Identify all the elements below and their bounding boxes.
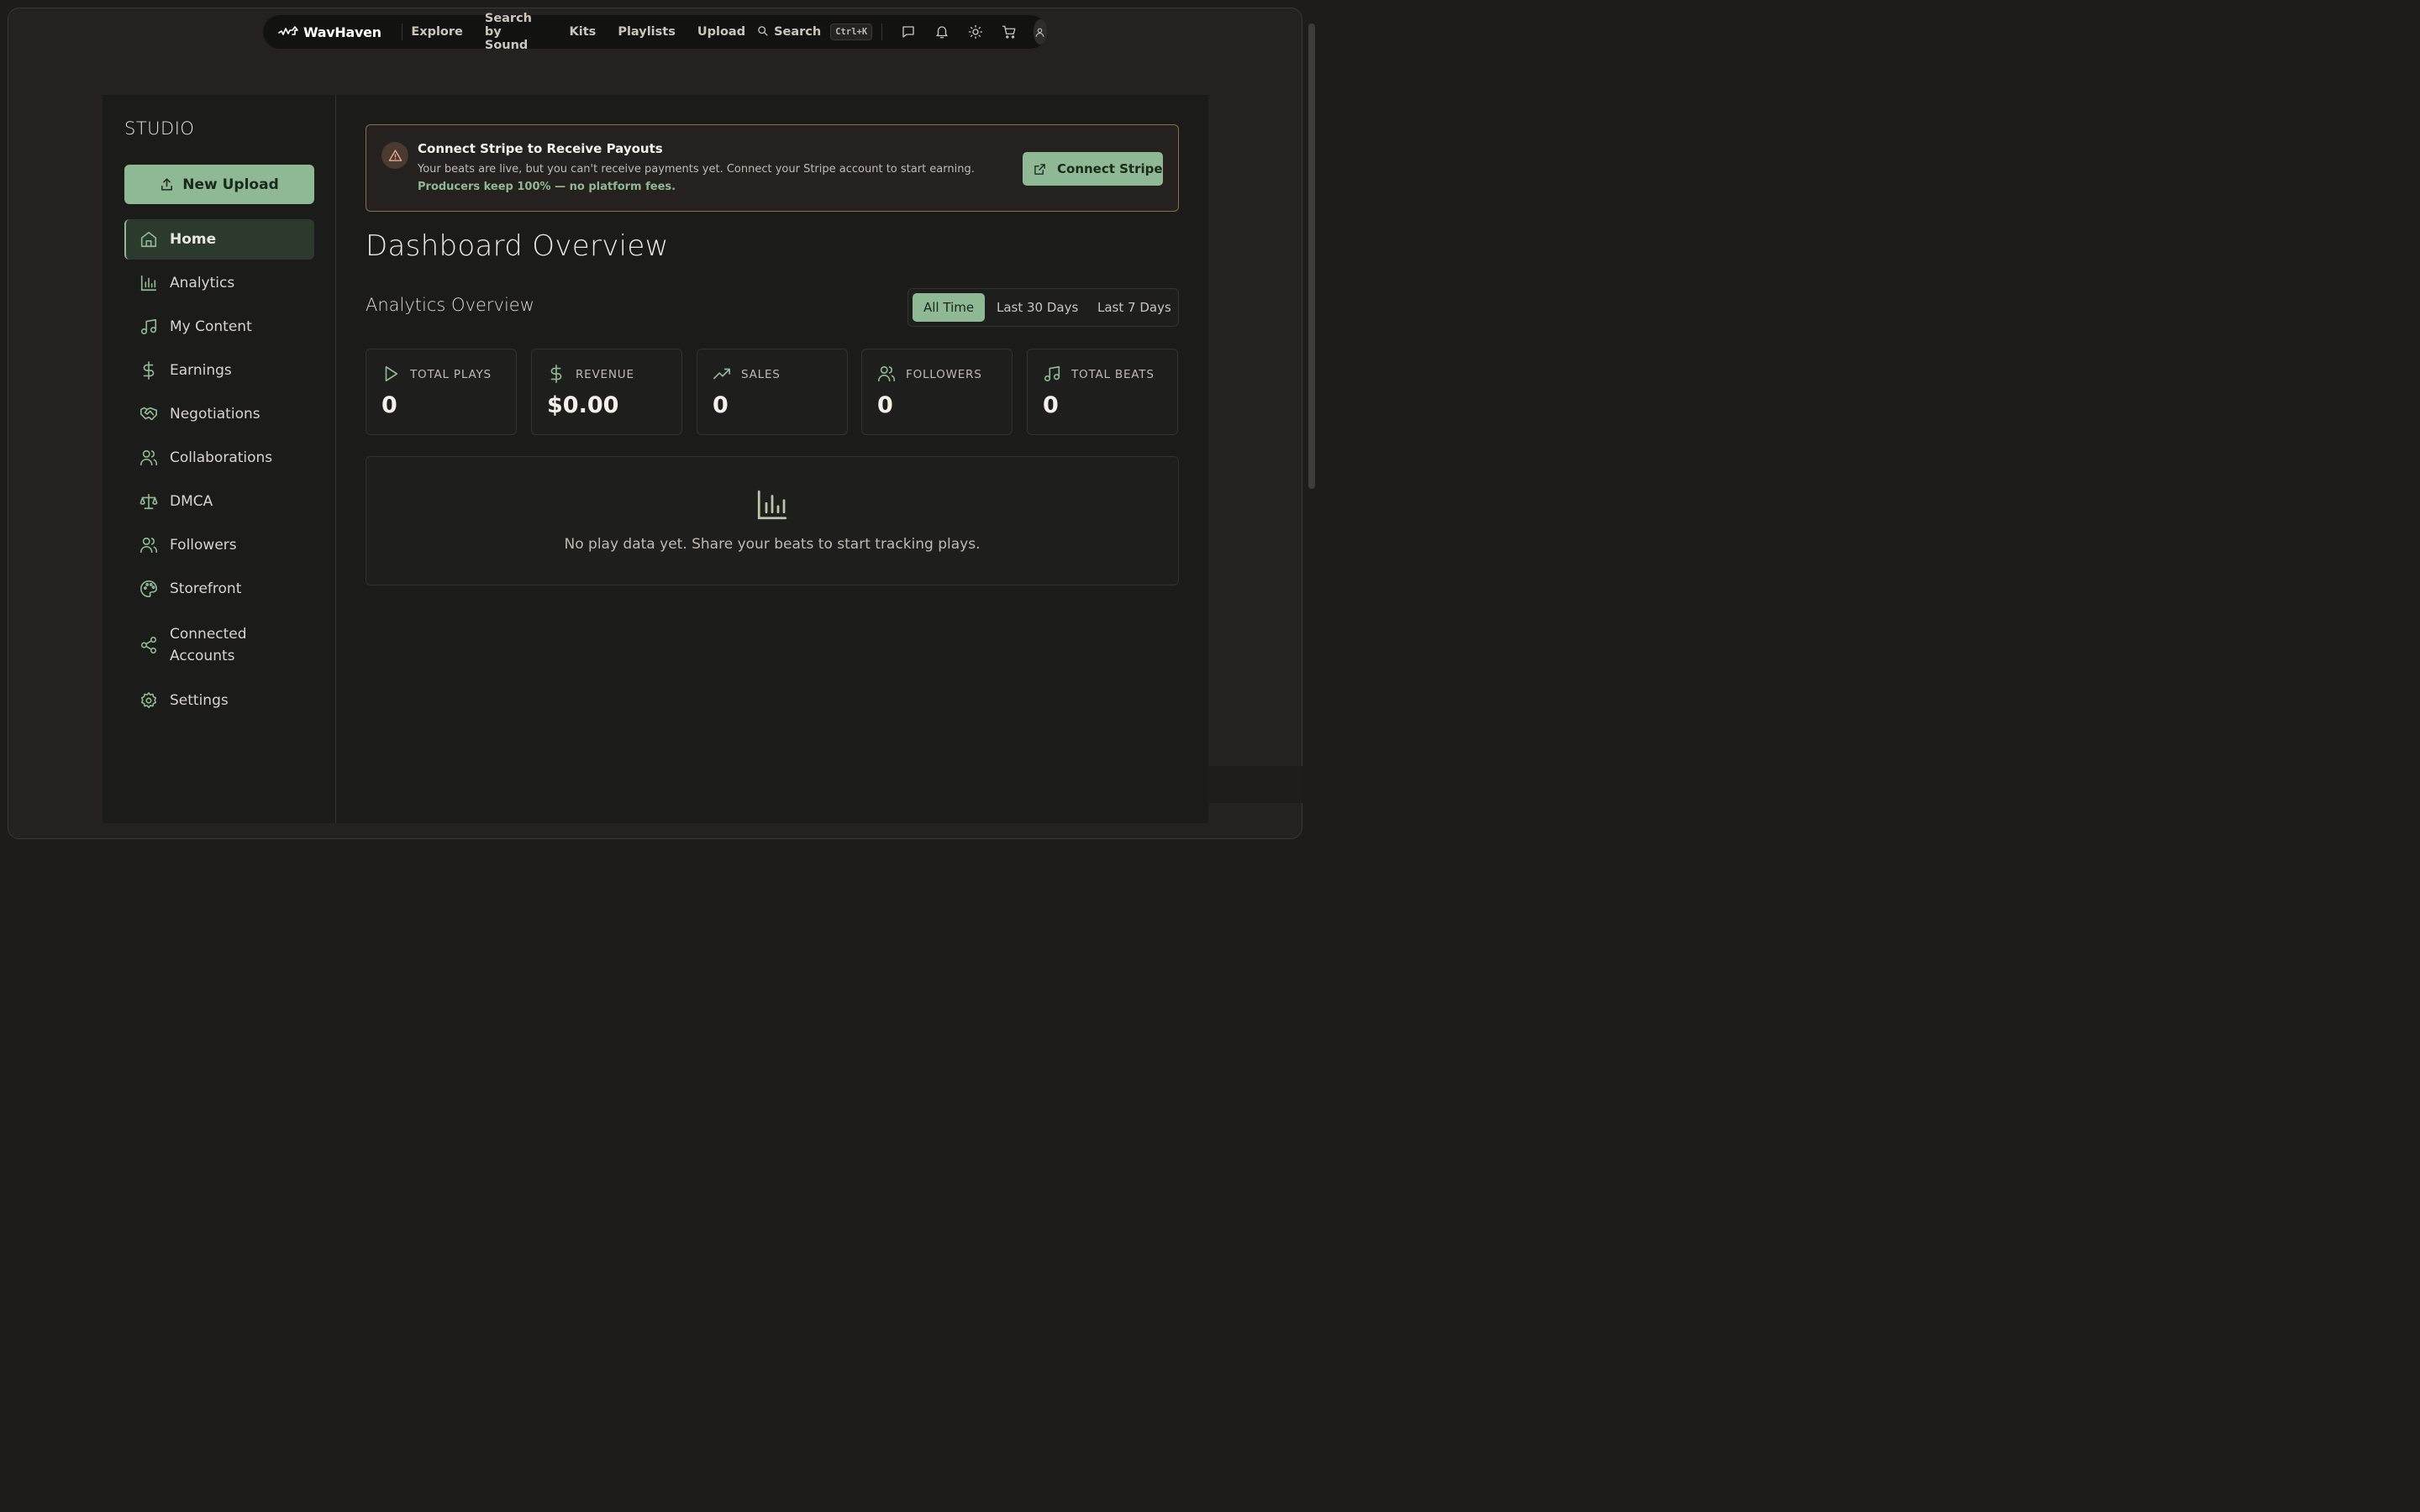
nav-divider (881, 24, 882, 40)
studio-sidebar: STUDIO New Upload Home Analytics My Cont… (103, 95, 336, 823)
stat-card-revenue: REVENUE $0.00 (531, 349, 682, 435)
sidebar-item-home[interactable]: Home (124, 219, 314, 260)
user-icon (1035, 28, 1044, 37)
users-icon (139, 536, 158, 554)
sun-icon[interactable] (968, 24, 983, 39)
stat-label: REVENUE (576, 368, 634, 381)
nav-link-upload[interactable]: Upload (697, 25, 745, 39)
home-icon (139, 230, 158, 249)
empty-state-message: No play data yet. Share your beats to st… (564, 536, 981, 553)
external-link-icon (1034, 163, 1045, 175)
range-all-time[interactable]: All Time (913, 293, 986, 322)
sidebar-item-storefront[interactable]: Storefront (124, 569, 314, 609)
stat-value: 0 (713, 392, 729, 418)
upload-icon (161, 178, 173, 191)
waveform-logo-icon (278, 24, 298, 40)
sidebar-item-negotiations[interactable]: Negotiations (124, 394, 314, 434)
new-upload-label: New Upload (182, 176, 279, 193)
trending-up-icon (713, 365, 731, 383)
nav-link-playlists[interactable]: Playlists (618, 25, 676, 39)
search-shortcut: Ctrl+K (830, 24, 873, 40)
sidebar-item-followers[interactable]: Followers (124, 525, 314, 565)
bar-chart-icon (755, 487, 790, 522)
sidebar-item-label: Followers (170, 537, 237, 554)
nav-link-search-by-sound[interactable]: Search by Sound (485, 12, 548, 52)
logo[interactable]: WavHaven (278, 24, 381, 40)
nav-search[interactable]: Search Ctrl+K (757, 24, 873, 40)
bar-chart-icon (139, 274, 158, 292)
nav-link-kits[interactable]: Kits (570, 25, 597, 39)
analytics-title: Analytics Overview (366, 295, 534, 315)
cart-icon[interactable] (1002, 24, 1017, 39)
sidebar-item-label: DMCA (170, 493, 213, 510)
warning-icon (381, 142, 408, 169)
stat-card-total-beats: TOTAL BEATS 0 (1027, 349, 1178, 435)
stat-card-total-plays: TOTAL PLAYS 0 (366, 349, 517, 435)
banner-highlight: Producers keep 100% — no platform fees. (418, 181, 676, 193)
banner-text: Your beats are live, but you can't recei… (418, 160, 1006, 196)
banner-title: Connect Stripe to Receive Payouts (418, 141, 663, 156)
search-label: Search (774, 25, 822, 39)
range-last-30-days[interactable]: Last 30 Days (997, 293, 1078, 322)
logo-text: WavHaven (303, 24, 381, 40)
scale-icon (139, 492, 158, 511)
sidebar-item-label: Home (170, 231, 217, 248)
bell-icon[interactable] (934, 24, 950, 39)
play-icon (381, 365, 400, 383)
sidebar-item-label: Earnings (170, 362, 232, 379)
sidebar-item-label: Storefront (170, 580, 242, 597)
sidebar-item-label: Negotiations (170, 406, 260, 423)
sidebar-item-earnings[interactable]: Earnings (124, 350, 314, 391)
page-scrollbar[interactable] (1308, 24, 1315, 489)
user-avatar[interactable] (1033, 19, 1047, 45)
sidebar-item-collaborations[interactable]: Collaborations (124, 438, 314, 478)
range-last-7-days[interactable]: Last 7 Days (1097, 293, 1171, 322)
connect-stripe-label: Connect Stripe (1057, 161, 1163, 176)
users-icon (877, 365, 896, 383)
stripe-banner: Connect Stripe to Receive Payouts Your b… (366, 124, 1179, 212)
handshake-icon (139, 405, 158, 423)
stat-card-followers: FOLLOWERS 0 (861, 349, 1013, 435)
sidebar-item-label: My Content (170, 318, 252, 335)
page-title: Dashboard Overview (366, 229, 669, 263)
sidebar-item-label: Settings (170, 692, 229, 709)
music-note-icon (139, 318, 158, 336)
message-icon[interactable] (901, 24, 916, 39)
time-range-selector: All Time Last 30 Days Last 7 Days (908, 288, 1179, 327)
sidebar-item-label: Collaborations (170, 449, 273, 466)
studio-shell: STUDIO New Upload Home Analytics My Cont… (103, 95, 1208, 823)
connect-stripe-button[interactable]: Connect Stripe (1023, 152, 1163, 186)
users-icon (139, 449, 158, 467)
new-upload-button[interactable]: New Upload (124, 165, 314, 204)
stat-label: FOLLOWERS (906, 368, 982, 381)
top-navigation: WavHaven Explore Search by Sound Kits Pl… (263, 12, 1047, 52)
nav-link-explore[interactable]: Explore (411, 25, 463, 39)
sidebar-item-my-content[interactable]: My Content (124, 307, 314, 347)
sidebar-item-label: Connected Accounts (170, 626, 247, 664)
sidebar-title: STUDIO (124, 118, 195, 139)
stat-label: TOTAL PLAYS (410, 368, 492, 381)
banner-message: Your beats are live, but you can't recei… (418, 163, 975, 176)
sidebar-item-dmca[interactable]: DMCA (124, 481, 314, 522)
dollar-icon (139, 361, 158, 380)
stat-label: TOTAL BEATS (1071, 368, 1155, 381)
sidebar-item-analytics[interactable]: Analytics (124, 263, 314, 303)
sidebar-item-label: Analytics (170, 275, 235, 291)
stat-value: 0 (877, 392, 893, 418)
plays-chart-empty-state: No play data yet. Share your beats to st… (366, 456, 1179, 585)
music-note-icon (1043, 365, 1061, 383)
stat-card-sales: SALES 0 (697, 349, 848, 435)
gear-icon (139, 691, 158, 710)
stat-value: $0.00 (547, 392, 619, 418)
stat-value: 0 (1043, 392, 1059, 418)
sidebar-item-settings[interactable]: Settings (124, 680, 314, 721)
share-icon (139, 636, 158, 654)
dollar-icon (547, 365, 566, 383)
stat-label: SALES (741, 368, 781, 381)
search-icon (757, 25, 774, 39)
sidebar-item-connected-accounts[interactable]: Connected Accounts (124, 622, 314, 669)
stat-value: 0 (381, 392, 397, 418)
palette-icon (139, 580, 158, 598)
